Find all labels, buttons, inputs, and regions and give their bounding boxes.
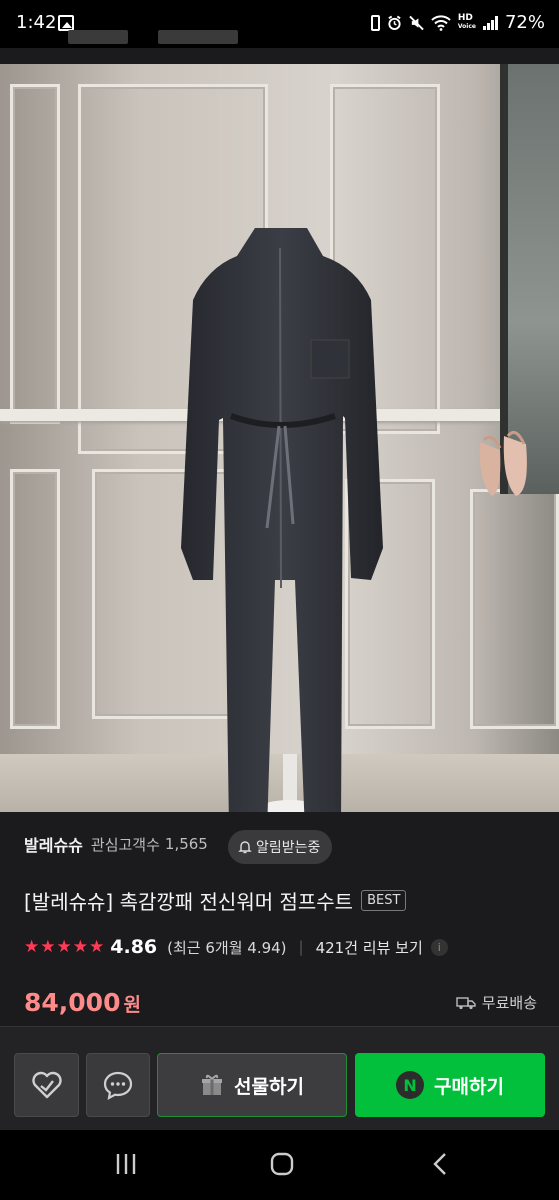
gift-button[interactable]: 선물하기 xyxy=(157,1053,347,1117)
best-badge: BEST xyxy=(361,890,407,911)
pointe-shoes-image xyxy=(479,430,527,496)
truck-icon xyxy=(456,996,476,1009)
hd-label: HD xyxy=(457,13,473,23)
status-bar: 1:42 HD Voice 72% xyxy=(0,0,559,48)
signal-icon xyxy=(482,15,498,30)
price-value: 84,000 xyxy=(24,988,121,1017)
product-image[interactable] xyxy=(0,64,559,812)
recent-apps-button[interactable] xyxy=(106,1148,146,1180)
gallery-notification-icon xyxy=(58,15,74,31)
buy-button[interactable]: N 구매하기 xyxy=(355,1053,545,1117)
back-button[interactable] xyxy=(420,1148,460,1180)
info-icon[interactable]: i xyxy=(430,938,448,956)
talk-button[interactable] xyxy=(86,1053,150,1117)
recent-rating: (최근 6개월 4.94) xyxy=(167,938,287,957)
wall-panel xyxy=(10,469,60,729)
product-info: 발레슈슈 관심고객수 1,565 알림받는중 [발레슈슈] 촉감깡패 전신워머 … xyxy=(0,812,559,1040)
hd-voice-indicator: HD Voice xyxy=(458,14,476,31)
home-icon xyxy=(270,1152,294,1176)
wifi-icon xyxy=(431,14,451,31)
price-row: 84,000 원 xyxy=(24,988,141,1017)
notification-toggle-label: 알림받는중 xyxy=(256,840,321,856)
battery-saver-icon xyxy=(370,14,380,31)
wall-panel xyxy=(10,84,60,424)
alarm-icon xyxy=(388,15,401,30)
system-navigation-bar xyxy=(0,1130,559,1200)
star-icon: ★ xyxy=(56,937,72,957)
buy-label: 구매하기 xyxy=(434,1075,504,1098)
shipping-info: 무료배송 xyxy=(456,992,537,1013)
wall-panel xyxy=(470,489,559,729)
heart-check-icon xyxy=(31,1071,62,1099)
star-icon: ★ xyxy=(89,937,105,957)
header-underlay xyxy=(158,30,238,44)
store-name[interactable]: 발레슈슈 xyxy=(24,832,83,856)
separator: | xyxy=(298,938,304,956)
back-chevron-icon xyxy=(433,1153,446,1175)
rating-stars: ★ ★ ★ ★ ★ xyxy=(24,938,104,956)
product-title: [발레슈슈] 촉감깡패 전신워머 점프수트 xyxy=(24,890,354,914)
home-button[interactable] xyxy=(262,1148,302,1180)
battery-percent: 72% xyxy=(504,12,545,33)
naver-pay-icon: N xyxy=(396,1071,425,1099)
gift-icon xyxy=(202,1074,223,1095)
title-row: [발레슈슈] 촉감깡패 전신워머 점프수트 BEST xyxy=(24,886,407,915)
wishlist-button[interactable] xyxy=(14,1053,79,1117)
shipping-label: 무료배송 xyxy=(481,994,537,1012)
notification-toggle-button[interactable]: 알림받는중 xyxy=(228,830,333,864)
mute-icon xyxy=(409,15,424,30)
status-time: 1:42 xyxy=(16,12,57,33)
recent-apps-icon xyxy=(116,1154,136,1174)
review-link[interactable]: 421건 리뷰 보기 xyxy=(316,937,423,958)
gift-label: 선물하기 xyxy=(234,1075,304,1098)
purchase-action-bar: 선물하기 N 구매하기 xyxy=(0,1026,559,1130)
voice-label: Voice xyxy=(457,23,476,30)
chat-bubble-icon xyxy=(103,1071,133,1101)
star-icon: ★ xyxy=(24,937,40,957)
rating-row: ★ ★ ★ ★ ★ 4.86 (최근 6개월 4.94) | 421건 리뷰 보기 i xyxy=(24,936,448,958)
price-unit: 원 xyxy=(123,994,141,1016)
fans-count: 1,565 xyxy=(164,835,208,853)
store-row: 발레슈슈 관심고객수 1,565 xyxy=(24,832,208,856)
jumpsuit-image xyxy=(181,228,383,812)
rating-value: 4.86 xyxy=(110,936,158,958)
star-icon: ★ xyxy=(40,937,56,957)
star-icon: ★ xyxy=(72,937,88,957)
bell-icon xyxy=(238,841,252,854)
status-icons: HD Voice 72% xyxy=(370,12,545,33)
fans-label: 관심고객수 xyxy=(90,835,160,854)
header-underlay xyxy=(68,30,128,44)
